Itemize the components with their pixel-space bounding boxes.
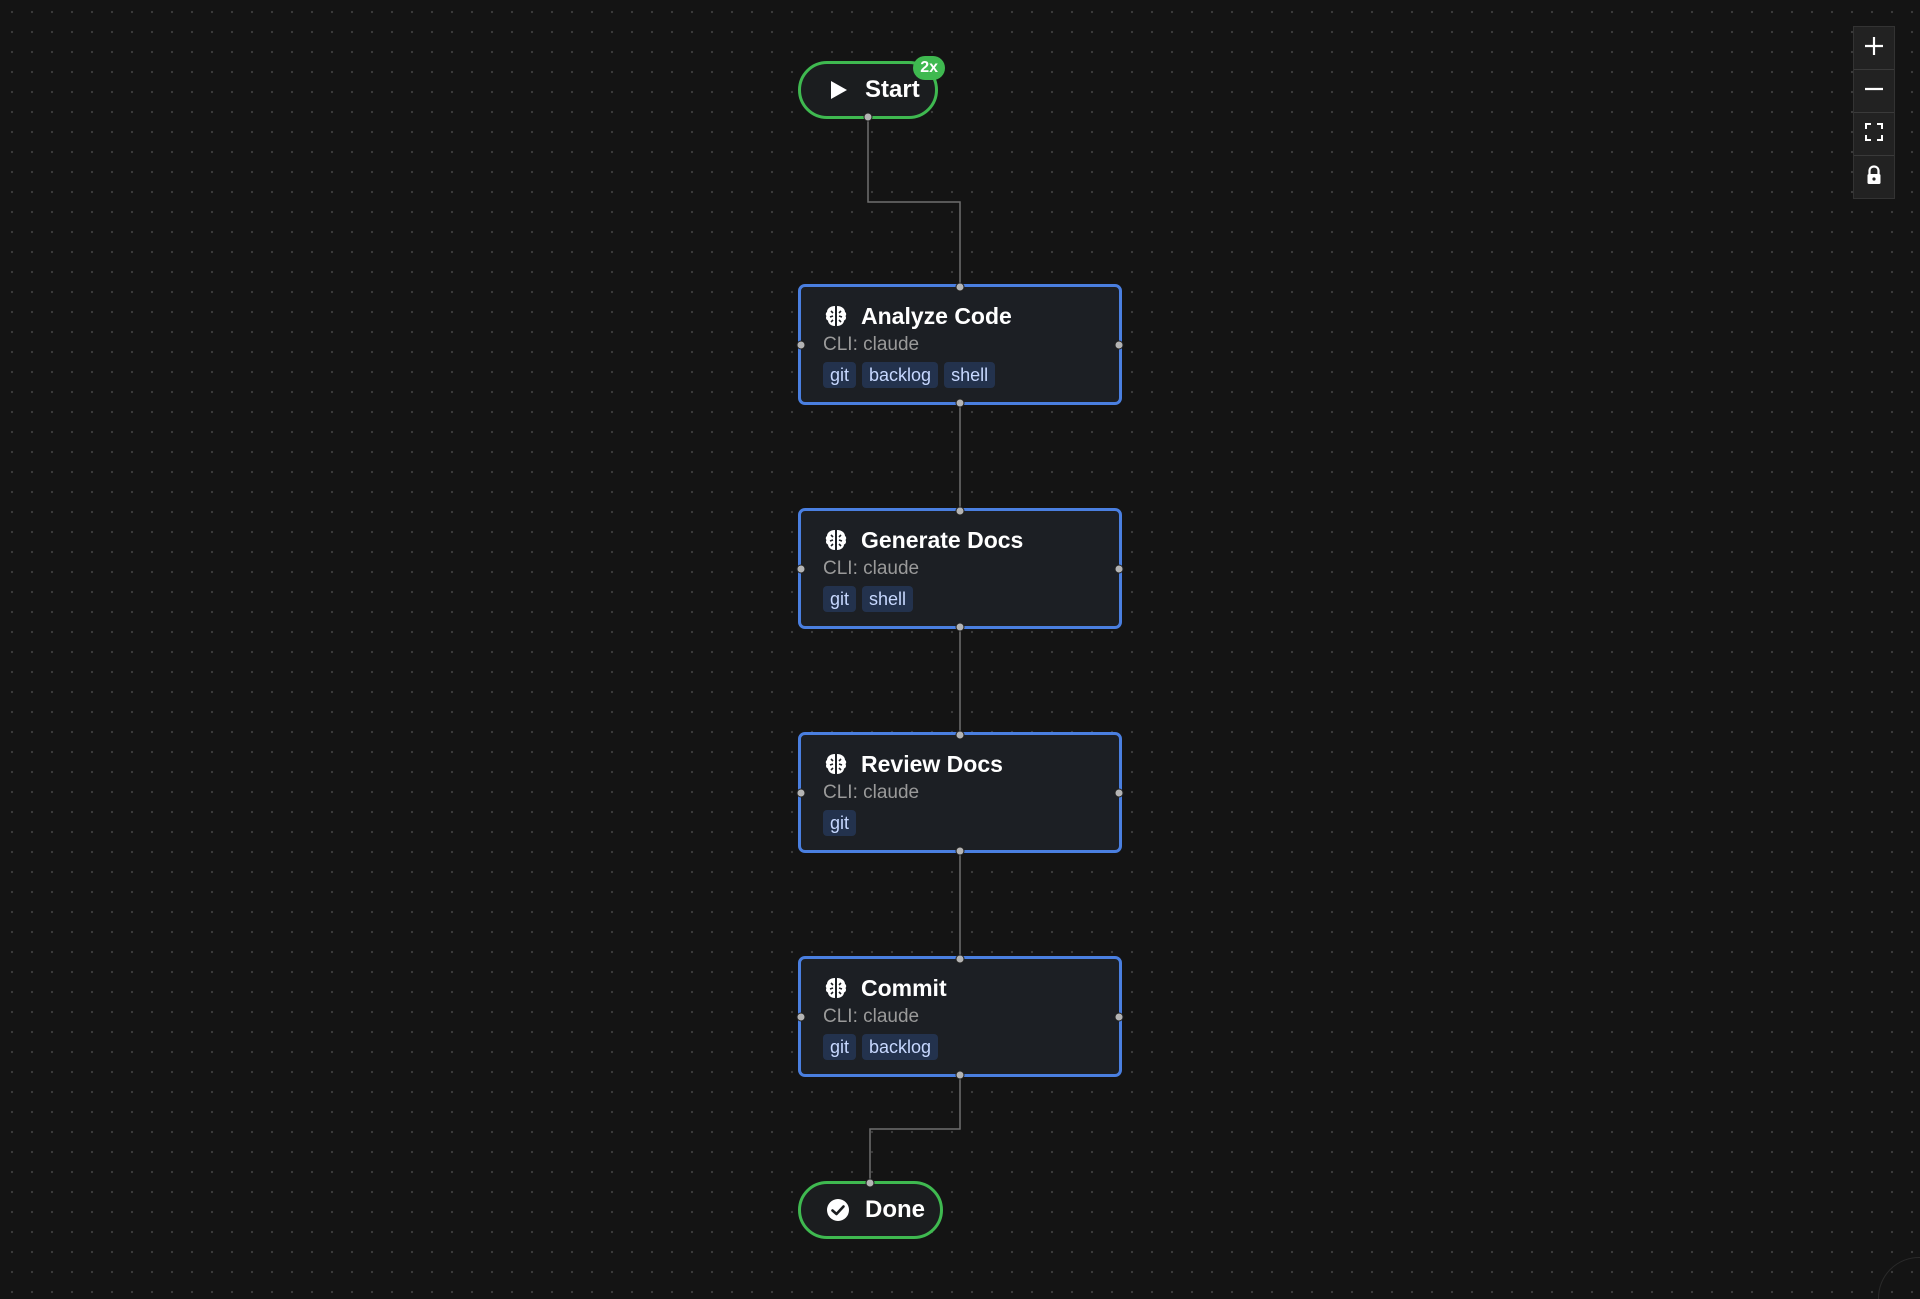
target-handle[interactable] xyxy=(955,282,965,292)
task-title: Generate Docs xyxy=(861,526,1024,553)
task-tags: git backlog xyxy=(823,1034,1119,1060)
edge-start-analyze xyxy=(867,117,961,287)
tag: git xyxy=(823,586,857,612)
right-handle[interactable] xyxy=(1114,340,1124,350)
task-title: Commit xyxy=(861,974,947,1001)
check-circle-icon xyxy=(825,1197,851,1223)
zoom-in-button[interactable] xyxy=(1854,27,1894,70)
task-title: Analyze Code xyxy=(861,302,1012,329)
canvas-corner-decoration xyxy=(1878,1257,1920,1299)
task-cli: CLI: claude xyxy=(823,334,920,355)
task-title: Review Docs xyxy=(861,750,1003,777)
tag: backlog xyxy=(862,1034,939,1060)
minus-icon xyxy=(1863,78,1885,105)
done-label: Done xyxy=(865,1196,925,1223)
task-tags: git backlog shell xyxy=(823,362,1119,388)
left-handle[interactable] xyxy=(796,788,806,798)
zoom-out-button[interactable] xyxy=(1854,70,1894,113)
target-handle[interactable] xyxy=(955,730,965,740)
right-handle[interactable] xyxy=(1114,788,1124,798)
tag: backlog xyxy=(862,362,939,388)
source-handle[interactable] xyxy=(955,1070,965,1080)
tag: git xyxy=(823,362,857,388)
start-node[interactable]: Start 2x xyxy=(798,56,945,119)
lock-button[interactable] xyxy=(1854,156,1894,198)
flow-canvas[interactable]: Start 2x Analyze Code CLI: claude git ba… xyxy=(0,0,1920,1299)
task-node[interactable]: Analyze Code CLI: claude git backlog she… xyxy=(798,284,1122,405)
source-handle[interactable] xyxy=(955,846,965,856)
play-icon xyxy=(825,77,851,103)
start-label: Start xyxy=(865,76,920,103)
done-node[interactable]: Done xyxy=(798,1181,943,1239)
edges-layer xyxy=(867,117,961,1183)
lock-icon xyxy=(1863,164,1885,191)
tag: shell xyxy=(944,362,996,388)
brain-icon xyxy=(823,527,849,553)
flow-controls xyxy=(1853,26,1895,199)
edge-commit-done xyxy=(869,1075,961,1183)
fit-view-button[interactable] xyxy=(1854,113,1894,156)
task-cli: CLI: claude xyxy=(823,782,920,803)
tag: git xyxy=(823,810,857,836)
task-node[interactable]: Review Docs CLI: claude git xyxy=(798,732,1122,853)
tag: git xyxy=(823,1034,857,1060)
left-handle[interactable] xyxy=(796,1012,806,1022)
left-handle[interactable] xyxy=(796,340,806,350)
task-tags: git xyxy=(823,810,1119,836)
task-node[interactable]: Generate Docs CLI: claude git shell xyxy=(798,508,1122,629)
task-cli: CLI: claude xyxy=(823,558,920,579)
plus-icon xyxy=(1863,35,1885,62)
source-handle[interactable] xyxy=(955,622,965,632)
fit-view-icon xyxy=(1863,121,1885,148)
task-node[interactable]: Commit CLI: claude git backlog xyxy=(798,956,1122,1077)
brain-icon xyxy=(823,751,849,777)
target-handle[interactable] xyxy=(955,954,965,964)
brain-icon xyxy=(823,303,849,329)
done-target-handle[interactable] xyxy=(865,1178,875,1188)
right-handle[interactable] xyxy=(1114,1012,1124,1022)
start-source-handle[interactable] xyxy=(863,112,873,122)
left-handle[interactable] xyxy=(796,564,806,574)
task-tags: git shell xyxy=(823,586,1119,612)
source-handle[interactable] xyxy=(955,398,965,408)
brain-icon xyxy=(823,975,849,1001)
right-handle[interactable] xyxy=(1114,564,1124,574)
run-count-badge: 2x xyxy=(913,56,945,80)
task-cli: CLI: claude xyxy=(823,1006,920,1027)
tag: shell xyxy=(862,586,914,612)
target-handle[interactable] xyxy=(955,506,965,516)
